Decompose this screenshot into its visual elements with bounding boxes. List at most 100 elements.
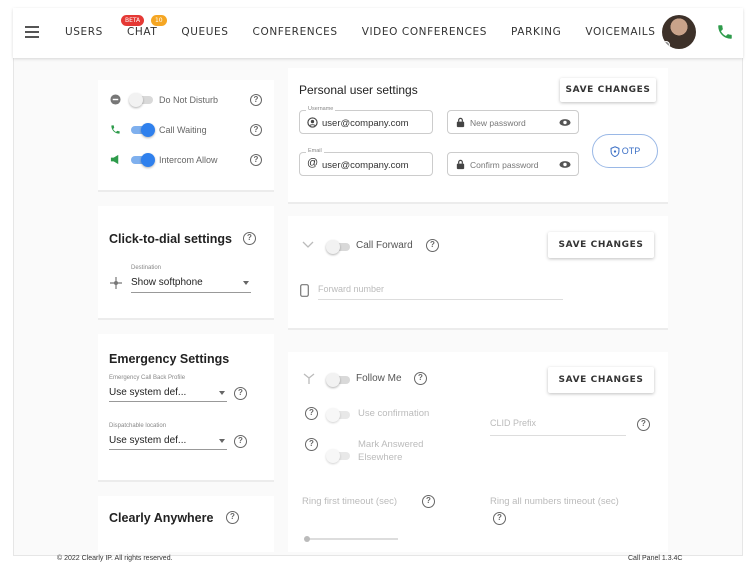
phone-icon[interactable]	[716, 23, 734, 41]
lock-icon	[456, 117, 465, 128]
use-confirmation-label: Use confirmation	[358, 408, 430, 419]
dnd-toggle[interactable]	[129, 92, 153, 107]
call-forward-label: Call Forward	[356, 240, 413, 251]
nav-parking[interactable]: PARKING	[511, 26, 561, 38]
click-to-dial-title: Click-to-dial settings	[109, 232, 232, 246]
nav-users[interactable]: USERS	[65, 26, 103, 38]
do-not-disturb-icon	[110, 94, 121, 105]
email-value: user@company.com	[322, 160, 409, 171]
call-forward-help-icon[interactable]: ?	[426, 239, 439, 252]
forward-number-input[interactable]: Forward number	[318, 284, 563, 300]
personal-settings-card: Personal user settings SAVE CHANGES User…	[288, 68, 668, 204]
call-waiting-toggle[interactable]	[131, 122, 155, 137]
call-waiting-label: Call Waiting	[159, 124, 207, 135]
nav-conferences[interactable]: CONFERENCES	[253, 26, 338, 38]
chevron-down-icon	[219, 439, 225, 443]
shield-icon	[610, 145, 620, 157]
emergency-settings-card: Emergency Settings Emergency Call Back P…	[98, 334, 274, 482]
ring-first-timeout-slider[interactable]	[304, 536, 398, 542]
follow-me-icon	[303, 373, 315, 384]
emergency-callback-help-icon[interactable]: ?	[234, 387, 247, 400]
follow-me-toggle[interactable]	[326, 373, 350, 387]
username-value: user@company.com	[322, 118, 409, 129]
emergency-settings-title: Emergency Settings	[109, 352, 230, 366]
username-field[interactable]: Username user@company.com	[299, 106, 433, 134]
use-confirmation-toggle[interactable]	[326, 408, 350, 422]
intercom-row: Intercom Allow	[110, 152, 218, 167]
chevron-down-icon	[243, 281, 249, 285]
chat-count-badge: 10	[150, 15, 167, 26]
click-to-dial-card: Click-to-dial settings ? Destination Sho…	[98, 206, 274, 320]
dispatchable-location-label: Dispatchable location	[109, 423, 167, 429]
username-label: Username	[306, 106, 336, 112]
personal-settings-title: Personal user settings	[299, 83, 418, 97]
call-waiting-icon	[111, 125, 120, 134]
ring-all-timeout-help-icon[interactable]: ?	[493, 512, 506, 525]
call-forward-toggle[interactable]	[326, 240, 350, 254]
confirm-password-field[interactable]: Confirm password	[447, 152, 579, 176]
intercom-help-icon[interactable]: ?	[250, 154, 262, 166]
intercom-toggle[interactable]	[131, 152, 155, 167]
call-forward-save-button[interactable]: SAVE CHANGES	[548, 232, 654, 258]
dnd-row: Do Not Disturb	[110, 92, 219, 107]
clid-prefix-input[interactable]: CLID Prefix	[490, 418, 626, 436]
nav-chat[interactable]: BETA 10 CHAT	[120, 15, 167, 38]
nav-queues[interactable]: QUEUES	[181, 26, 228, 38]
mark-answered-label: Mark Answered Elsewhere	[358, 439, 424, 463]
hamburger-menu-icon[interactable]	[25, 26, 39, 38]
use-confirmation-help-icon[interactable]: ?	[305, 407, 318, 420]
beta-badge: BETA	[120, 15, 145, 26]
lock-icon	[456, 159, 465, 170]
show-password-icon[interactable]	[559, 118, 571, 127]
new-password-placeholder: New password	[470, 118, 526, 128]
ring-first-timeout-help-icon[interactable]: ?	[422, 495, 435, 508]
mark-answered-help-icon[interactable]: ?	[305, 438, 318, 451]
user-avatar[interactable]	[662, 15, 696, 49]
chevron-down-icon	[219, 391, 225, 395]
show-password-icon[interactable]	[559, 160, 571, 169]
destination-value: Show softphone	[131, 277, 203, 288]
dispatchable-location-help-icon[interactable]: ?	[234, 435, 247, 448]
top-navigation-bar: USERS BETA 10 CHAT QUEUES CONFERENCES VI…	[13, 8, 743, 58]
ring-first-timeout-label: Ring first timeout (sec)	[302, 496, 398, 507]
call-waiting-row: Call Waiting	[110, 122, 207, 137]
destination-label: Destination	[131, 265, 162, 271]
emergency-callback-select[interactable]: Emergency Call Back Profile Use system d…	[109, 375, 227, 402]
footer-copyright: © 2022 Clearly IP. All rights reserved.	[57, 555, 173, 562]
follow-me-help-icon[interactable]: ?	[414, 372, 427, 385]
megaphone-icon	[110, 154, 119, 165]
clearly-anywhere-help-icon[interactable]: ?	[226, 511, 239, 524]
new-password-field[interactable]: New password	[447, 110, 579, 134]
otp-button[interactable]: OTP	[592, 134, 658, 168]
email-field[interactable]: Email @ user@company.com	[299, 148, 433, 176]
clid-prefix-help-icon[interactable]: ?	[637, 418, 650, 431]
footer-version: Call Panel 1.3.4C	[628, 555, 683, 562]
slider-handle[interactable]	[304, 536, 310, 542]
nav-chat-label: CHAT	[126, 26, 158, 38]
personal-save-button[interactable]: SAVE CHANGES	[560, 78, 656, 102]
otp-label: OTP	[621, 146, 641, 156]
click-to-dial-help-icon[interactable]: ?	[243, 232, 256, 245]
intercom-label: Intercom Allow	[159, 154, 218, 165]
clearly-anywhere-title: Clearly Anywhere	[109, 511, 214, 525]
nav-voicemails[interactable]: VOICEMAILS	[585, 26, 655, 38]
dispatchable-location-select[interactable]: Dispatchable location Use system def...	[109, 423, 227, 450]
clearly-anywhere-card: Clearly Anywhere ?	[98, 496, 274, 552]
quick-toggles-card: Do Not Disturb ? Call Waiting ? Intercom…	[98, 80, 274, 192]
call-waiting-help-icon[interactable]: ?	[250, 124, 262, 136]
destination-select[interactable]: Destination Show softphone	[131, 265, 251, 293]
at-sign-icon: @	[307, 157, 319, 169]
dialpad-icon	[110, 277, 122, 289]
mark-answered-toggle[interactable]	[326, 449, 350, 463]
follow-me-save-button[interactable]: SAVE CHANGES	[548, 367, 654, 393]
dnd-help-icon[interactable]: ?	[250, 94, 262, 106]
presence-indicator	[662, 41, 670, 49]
dnd-label: Do Not Disturb	[159, 94, 219, 105]
dispatchable-location-value: Use system def...	[109, 435, 187, 446]
phone-device-icon	[300, 284, 309, 297]
user-icon	[307, 117, 318, 128]
call-forward-card: Call Forward ? SAVE CHANGES Forward numb…	[288, 216, 668, 330]
ring-all-timeout-label: Ring all numbers timeout (sec)	[490, 496, 619, 507]
call-forward-icon	[302, 241, 314, 248]
nav-video-conferences[interactable]: VIDEO CONFERENCES	[362, 26, 487, 38]
